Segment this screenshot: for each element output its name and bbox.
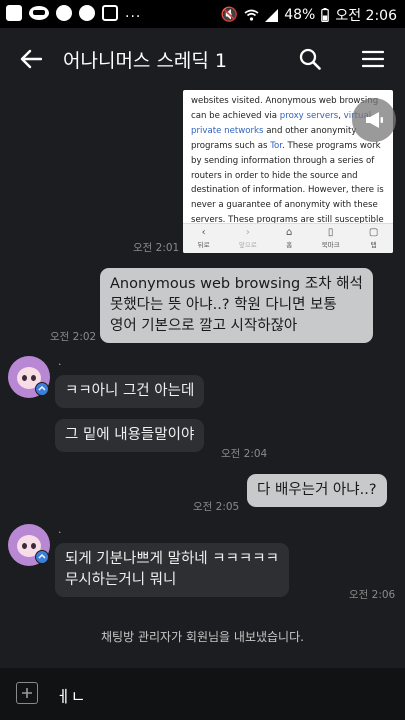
image-text-line: by sending information through a series …: [191, 154, 389, 169]
browser-nav-bar: ‹ 뒤로 › 앞으로 ⌂ 홈 ▯ 북마크 ▢ 탭: [183, 223, 393, 253]
chat-header: 어나니머스 스레딕 1: [0, 28, 405, 90]
my-message-bubble[interactable]: Anonymous web browsing 조차 해석 못했다는 뜻 아냐..…: [100, 268, 373, 343]
back-arrow-icon: [20, 49, 42, 69]
compass-icon: [79, 5, 95, 21]
link-text: proxy servers: [279, 110, 339, 121]
launcher-icon: [6, 5, 22, 21]
message-line: 다 배우는거 아냐..?: [257, 482, 377, 498]
badge-icon: [35, 550, 49, 564]
status-bar: ... 🔇 48% 오전 2:06: [0, 0, 405, 28]
text-span: websites visited. Anonymous web browsing: [191, 96, 379, 106]
message-line: ㅋㅋ아니 그건 아는데: [65, 383, 195, 399]
browser-nav-label: 뒤로: [197, 241, 210, 249]
image-text-line: never a guarantee of anonymity with thes…: [191, 198, 389, 213]
text-span: never a guarantee of anonymity with thes…: [191, 200, 378, 211]
message-time: 오전 2:01: [133, 242, 180, 254]
text-span: routers in order to hide the source and: [191, 170, 358, 181]
message-line: 되게 기분나쁘게 말하네 ㅋㅋㅋㅋㅋ: [65, 551, 279, 567]
mute-icon: 🔇: [220, 7, 239, 23]
link-text: private networks: [191, 125, 264, 136]
text-span: by sending information through a series …: [191, 155, 375, 166]
system-notice: 채팅방 관리자가 회원님을 내보냈습니다.: [101, 630, 304, 644]
image-text-line: destination of information. However, the…: [191, 183, 389, 198]
wifi-icon: [244, 9, 259, 21]
my-message-bubble[interactable]: 다 배우는거 아냐..?: [247, 474, 387, 507]
menu-icon: [362, 50, 384, 68]
attach-button[interactable]: [16, 682, 38, 704]
browser-nav-label: 탭: [370, 241, 377, 249]
browser-nav-icon: ‹: [201, 227, 206, 238]
text-span: and other anonymity: [263, 125, 357, 136]
browser-nav-icon: ⌂: [286, 227, 293, 238]
battery-percent: 48%: [284, 7, 316, 23]
signal-icon: [265, 8, 279, 22]
message-line: 그 밑에 내용들말이야: [65, 427, 195, 443]
battery-icon: [321, 8, 330, 22]
talk-icon: [29, 6, 49, 20]
input-bar: ㅔㄴ: [0, 668, 405, 720]
message-input[interactable]: ㅔㄴ: [56, 683, 85, 707]
message-line: 영어 기본으로 깔고 시작하잖아: [110, 318, 298, 334]
check-icon: [102, 5, 118, 21]
text-span: can be achieved via: [191, 110, 280, 121]
other-message-bubble[interactable]: ㅋㅋ아니 그건 아는데: [55, 375, 205, 408]
link-text: Tor: [270, 140, 282, 151]
message-line: Anonymous web browsing 조차 해석: [110, 276, 363, 292]
sender-name: .: [58, 523, 62, 536]
chat-title: 어나니머스 스레딕 1: [63, 50, 228, 72]
message-time: 오전 2:05: [193, 501, 240, 513]
browser-nav-icon: ▢: [368, 227, 379, 238]
image-text-line: routers in order to hide the source and: [191, 169, 389, 184]
message-line: 못했다는 뜻 아냐..? 학원 다니면 보통: [110, 297, 337, 313]
plus-icon: [22, 688, 32, 698]
browser-nav-item: ▯ 북마크: [321, 227, 340, 250]
back-button[interactable]: [14, 42, 48, 76]
menu-button[interactable]: [356, 42, 390, 76]
sender-name: .: [58, 355, 62, 368]
megaphone-icon: [366, 112, 383, 128]
browser-nav-label: 북마크: [321, 241, 340, 249]
text-span: destination of information. However, the…: [191, 185, 384, 196]
browser-nav-label: 앞으로: [238, 241, 257, 249]
status-time: 오전 2:06: [335, 8, 397, 24]
browser-nav-item: › 앞으로: [238, 227, 257, 250]
badge-icon: [35, 382, 49, 396]
more-notifications: ...: [125, 5, 142, 21]
message-time: 오전 2:04: [221, 448, 268, 460]
text-span: . These programs work: [282, 140, 381, 151]
browser-nav-icon: ▯: [327, 227, 334, 238]
message-time: 오전 2:06: [349, 589, 396, 601]
browser-nav-item: ‹ 뒤로: [197, 227, 210, 250]
other-message-bubble[interactable]: 되게 기분나쁘게 말하네 ㅋㅋㅋㅋㅋ 무시하는거니 뭐니: [55, 543, 289, 597]
message-time: 오전 2:02: [50, 331, 97, 343]
message-line: 무시하는거니 뭐니: [65, 572, 177, 588]
image-text-line: programs such as Tor. These programs wor…: [191, 139, 389, 154]
text-span: programs such as: [191, 140, 271, 151]
browser-nav-label: 홈: [286, 241, 293, 249]
browser-nav-icon: ›: [245, 227, 250, 238]
clock-icon: [56, 5, 72, 21]
browser-nav-item: ⌂ 홈: [286, 227, 293, 250]
search-button[interactable]: [293, 42, 327, 76]
share-button[interactable]: [352, 98, 396, 142]
other-message-bubble[interactable]: 그 밑에 내용들말이야: [55, 419, 205, 452]
browser-nav-item: ▢ 탭: [368, 227, 379, 250]
search-icon: [299, 48, 321, 70]
